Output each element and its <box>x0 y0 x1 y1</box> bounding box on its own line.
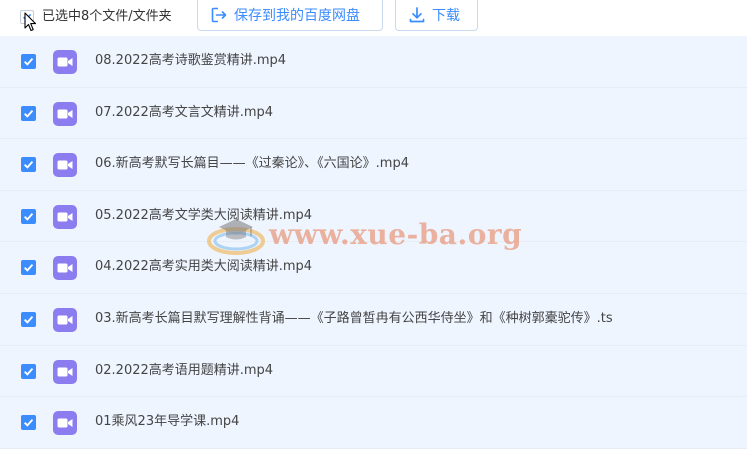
file-row[interactable]: 07.2022高考文言文精讲.mp4 <box>0 87 747 140</box>
file-row[interactable]: 04.2022高考实用类大阅读精讲.mp4 <box>0 242 747 294</box>
file-checkbox[interactable] <box>21 363 36 379</box>
check-icon <box>24 58 34 66</box>
file-name[interactable]: 06.新高考默写长篇目——《过秦论》、《六国论》.mp4 <box>95 156 409 172</box>
file-name[interactable]: 07.2022高考文言文精讲.mp4 <box>95 105 273 121</box>
save-icon <box>210 6 228 24</box>
file-checkbox[interactable] <box>21 54 36 69</box>
video-file-icon <box>53 359 77 384</box>
file-name[interactable]: 05.2022高考文学类大阅读精讲.mp4 <box>95 208 312 224</box>
check-icon <box>24 109 34 118</box>
video-file-icon <box>53 50 77 74</box>
check-icon <box>24 315 34 324</box>
file-list: 08.2022高考诗歌鉴赏精讲.mp4 07.2022高考文言文精讲.mp4 0… <box>0 36 747 449</box>
file-checkbox[interactable] <box>21 311 36 327</box>
download-icon <box>408 6 426 24</box>
download-button[interactable]: 下载 <box>395 0 478 31</box>
file-name[interactable]: 04.2022高考实用类大阅读精讲.mp4 <box>95 259 312 275</box>
video-file-icon <box>53 411 77 436</box>
file-row[interactable]: 01乘风23年导学课.mp4 <box>0 397 747 449</box>
video-file-icon <box>53 101 77 126</box>
file-row[interactable]: 08.2022高考诗歌鉴赏精讲.mp4 <box>0 36 747 88</box>
check-icon <box>24 161 34 169</box>
check-icon <box>24 419 34 427</box>
video-file-icon <box>53 307 77 332</box>
file-name[interactable]: 01乘风23年导学课.mp4 <box>95 414 239 430</box>
save-button-label: 保存到我的百度网盘 <box>234 8 360 24</box>
file-name[interactable]: 08.2022高考诗歌鉴赏精讲.mp4 <box>95 53 286 69</box>
file-checkbox[interactable] <box>21 105 36 121</box>
file-checkbox[interactable] <box>21 415 36 431</box>
file-row[interactable]: 03.新高考长篇目默写理解性背诵——《子路曾皙冉有公西华侍坐》和《种树郭橐驼传》… <box>0 293 747 346</box>
download-button-label: 下载 <box>432 8 460 24</box>
toolbar: 已选中8个文件/文件夹 保存到我的百度网盘 下载 <box>0 0 747 36</box>
file-row[interactable]: 06.新高考默写长篇目——《过秦论》、《六国论》.mp4 <box>0 139 747 191</box>
file-row[interactable]: 02.2022高考语用题精讲.mp4 <box>0 345 747 398</box>
file-name[interactable]: 02.2022高考语用题精讲.mp4 <box>95 363 273 379</box>
file-checkbox[interactable] <box>21 157 36 173</box>
file-checkbox[interactable] <box>21 208 36 224</box>
check-icon <box>24 212 34 221</box>
video-file-icon <box>53 204 77 229</box>
save-to-netdisk-button[interactable]: 保存到我的百度网盘 <box>197 0 383 31</box>
check-icon <box>24 264 34 273</box>
mouse-cursor-icon <box>24 12 36 32</box>
file-name[interactable]: 03.新高考长篇目默写理解性背诵——《子路曾皙冉有公西华侍坐》和《种树郭橐驼传》… <box>95 311 613 327</box>
file-row[interactable]: 05.2022高考文学类大阅读精讲.mp4 <box>0 190 747 243</box>
video-file-icon <box>53 153 77 178</box>
select-all[interactable]: 已选中8个文件/文件夹 <box>20 9 172 25</box>
check-icon <box>24 367 34 376</box>
video-file-icon <box>53 256 77 281</box>
selection-count-label: 已选中8个文件/文件夹 <box>42 9 172 24</box>
file-checkbox[interactable] <box>21 260 36 276</box>
